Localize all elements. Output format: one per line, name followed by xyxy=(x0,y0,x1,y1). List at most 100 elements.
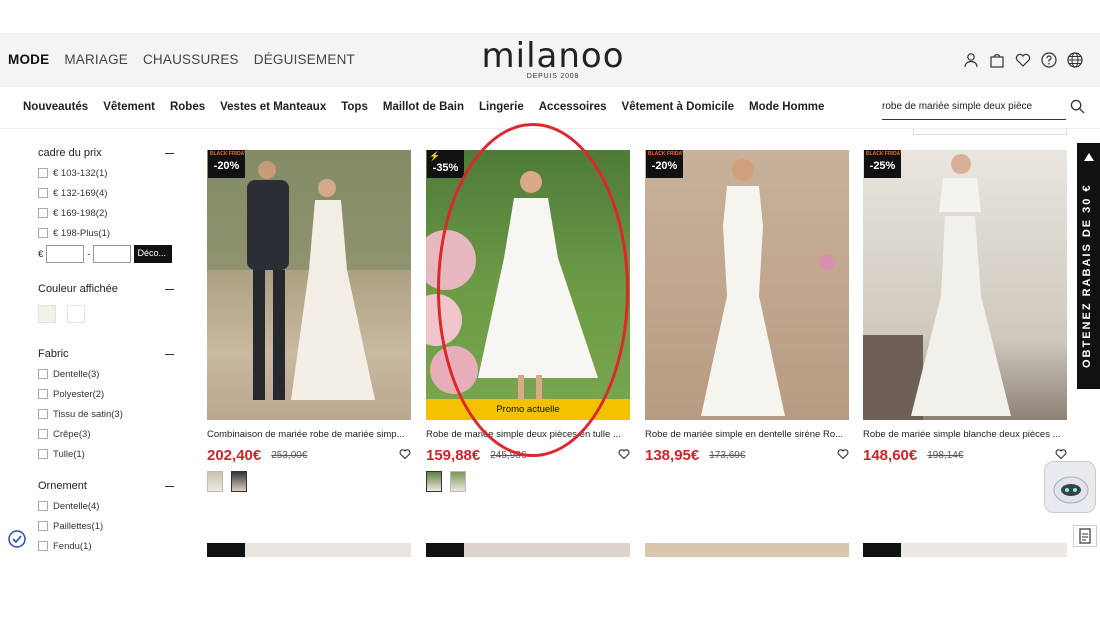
wishlist-heart-icon[interactable] xyxy=(1055,448,1067,460)
product-card[interactable]: BLACK FRIDAY -20% Combinaison de mariée r… xyxy=(207,150,411,492)
product-card-partial[interactable] xyxy=(863,543,1067,557)
color-swatch-white[interactable] xyxy=(67,305,85,323)
option-label: € 132-169(4) xyxy=(53,187,108,199)
filter-price-header[interactable]: cadre du prix xyxy=(38,143,178,163)
checkbox[interactable] xyxy=(38,228,48,238)
thumbnail[interactable] xyxy=(426,471,442,492)
top-nav-deguisement[interactable]: DÉGUISEMENT xyxy=(254,52,355,67)
product-card[interactable]: BLACK FRIDAY -20% Robe de mariée simple e… xyxy=(645,150,849,465)
search-icon[interactable] xyxy=(1070,99,1085,114)
checkbox[interactable] xyxy=(38,541,48,551)
option-label: € 103-132(1) xyxy=(53,167,108,179)
cat-nouveautes[interactable]: Nouveautés xyxy=(23,101,88,113)
price-max-input[interactable] xyxy=(93,245,132,263)
bag-icon[interactable] xyxy=(989,52,1005,68)
globe-icon[interactable] xyxy=(1067,52,1083,68)
price-apply-button[interactable]: Déco... xyxy=(134,245,173,263)
checkbox[interactable] xyxy=(38,208,48,218)
filter-option[interactable]: Polyester(2) xyxy=(38,384,178,404)
product-old-price: 173,69€ xyxy=(709,449,746,461)
top-nav-chaussures[interactable]: CHAUSSURES xyxy=(143,52,239,67)
screenshot: MODE MARIAGE CHAUSSURES DÉGUISEMENT mila… xyxy=(0,33,1100,557)
logo[interactable]: milanoo DEPUIS 2008 xyxy=(480,39,626,80)
logo-word: milanoo xyxy=(481,36,625,76)
cat-vestes[interactable]: Vestes et Manteaux xyxy=(220,101,326,113)
two-piece-dress-illustration xyxy=(863,154,1011,420)
filter-option[interactable]: Tulle(1) xyxy=(38,444,178,464)
price-min-input[interactable] xyxy=(46,245,85,263)
product-image[interactable]: BLACK FRIDAY -20% xyxy=(207,150,411,420)
checkbox[interactable] xyxy=(38,168,48,178)
cat-maillot[interactable]: Maillot de Bain xyxy=(383,101,464,113)
filter-option[interactable]: Fendu(1) xyxy=(38,536,178,556)
cat-lingerie[interactable]: Lingerie xyxy=(479,101,524,113)
clipboard-icon[interactable] xyxy=(1073,525,1097,547)
cat-tops[interactable]: Tops xyxy=(341,101,368,113)
cat-accessoires[interactable]: Accessoires xyxy=(539,101,607,113)
wishlist-heart-icon[interactable] xyxy=(837,448,849,460)
cat-robes[interactable]: Robes xyxy=(170,101,205,113)
top-nav-mode[interactable]: MODE xyxy=(8,52,49,67)
help-icon[interactable] xyxy=(1041,52,1057,68)
product-card-partial[interactable] xyxy=(645,543,849,557)
filter-option[interactable]: Paillettes(1) xyxy=(38,516,178,536)
product-title[interactable]: Combinaison de mariée robe de mariée sim… xyxy=(207,429,411,442)
product-image[interactable]: BLACK FRIDAY -25% xyxy=(863,150,1067,420)
product-card[interactable]: BLACK FRIDAY -25% Robe de mariée simple b… xyxy=(863,150,1067,465)
chat-bot-icon[interactable] xyxy=(1044,461,1096,513)
product-image[interactable]: BLACK FRIDAY -20% xyxy=(645,150,849,420)
collapse-icon[interactable] xyxy=(165,288,174,290)
discount-badge: ⚡ -35% xyxy=(427,150,464,178)
filter-fabric-header[interactable]: Fabric xyxy=(38,344,178,364)
product-title[interactable]: Robe de mariée simple blanche deux pièce… xyxy=(863,429,1067,442)
shield-check-icon[interactable] xyxy=(8,530,26,548)
search-input[interactable]: robe de mariée simple deux pièce xyxy=(882,97,1066,120)
flash-icon: ⚡ xyxy=(429,151,441,161)
cat-vetement[interactable]: Vêtement xyxy=(103,101,155,113)
cat-domicile[interactable]: Vêtement à Domicile xyxy=(622,101,734,113)
filter-color-title: Couleur affichée xyxy=(38,283,118,295)
filter-option[interactable]: Dentelle(4) xyxy=(38,496,178,516)
filter-color-header[interactable]: Couleur affichée xyxy=(38,279,178,299)
checkbox[interactable] xyxy=(38,501,48,511)
collapse-icon[interactable] xyxy=(165,152,174,154)
checkbox[interactable] xyxy=(38,369,48,379)
side-promo-text: OBTENEZ RABAIS DE 30 € xyxy=(1081,183,1093,369)
product-card-partial[interactable] xyxy=(426,543,630,557)
side-promo-tab[interactable]: OBTENEZ RABAIS DE 30 € xyxy=(1077,143,1100,389)
heart-icon[interactable] xyxy=(1015,52,1031,68)
collapse-icon[interactable] xyxy=(165,353,174,355)
wishlist-heart-icon[interactable] xyxy=(618,448,630,460)
collapse-icon[interactable] xyxy=(165,485,174,487)
option-label: Tulle(1) xyxy=(53,448,85,460)
checkbox[interactable] xyxy=(38,521,48,531)
checkbox[interactable] xyxy=(38,389,48,399)
user-icon[interactable] xyxy=(963,52,979,68)
filter-option[interactable]: € 198-Plus(1) xyxy=(38,223,178,243)
thumbnail[interactable] xyxy=(207,471,223,492)
cat-homme[interactable]: Mode Homme xyxy=(749,101,824,113)
checkbox[interactable] xyxy=(38,449,48,459)
color-thumbnails xyxy=(426,471,630,492)
color-swatch-ivory[interactable] xyxy=(38,305,56,323)
product-card-partial[interactable] xyxy=(207,543,411,557)
filter-ornament-header[interactable]: Ornement xyxy=(38,476,178,496)
filter-option[interactable]: Dentelle(3) xyxy=(38,364,178,384)
filter-option[interactable]: € 103-132(1) xyxy=(38,163,178,183)
filter-option[interactable]: Crêpe(3) xyxy=(38,424,178,444)
product-prices: 148,60€ 198,14€ xyxy=(863,445,1067,465)
checkbox[interactable] xyxy=(38,409,48,419)
thumbnail[interactable] xyxy=(231,471,247,492)
filter-option[interactable]: € 169-198(2) xyxy=(38,203,178,223)
checkbox[interactable] xyxy=(38,429,48,439)
thumbnail[interactable] xyxy=(450,471,466,492)
wishlist-heart-icon[interactable] xyxy=(399,448,411,460)
filter-option[interactable]: Tissu de satin(3) xyxy=(38,404,178,424)
product-title[interactable]: Robe de mariée simple en dentelle sirène… xyxy=(645,429,849,442)
top-nav-mariage[interactable]: MARIAGE xyxy=(64,52,128,67)
badge-discount: -20% xyxy=(651,160,678,172)
sort-dropdown[interactable] xyxy=(913,129,1067,135)
filter-option[interactable]: € 132-169(4) xyxy=(38,183,178,203)
filter-fabric-title: Fabric xyxy=(38,348,69,360)
checkbox[interactable] xyxy=(38,188,48,198)
